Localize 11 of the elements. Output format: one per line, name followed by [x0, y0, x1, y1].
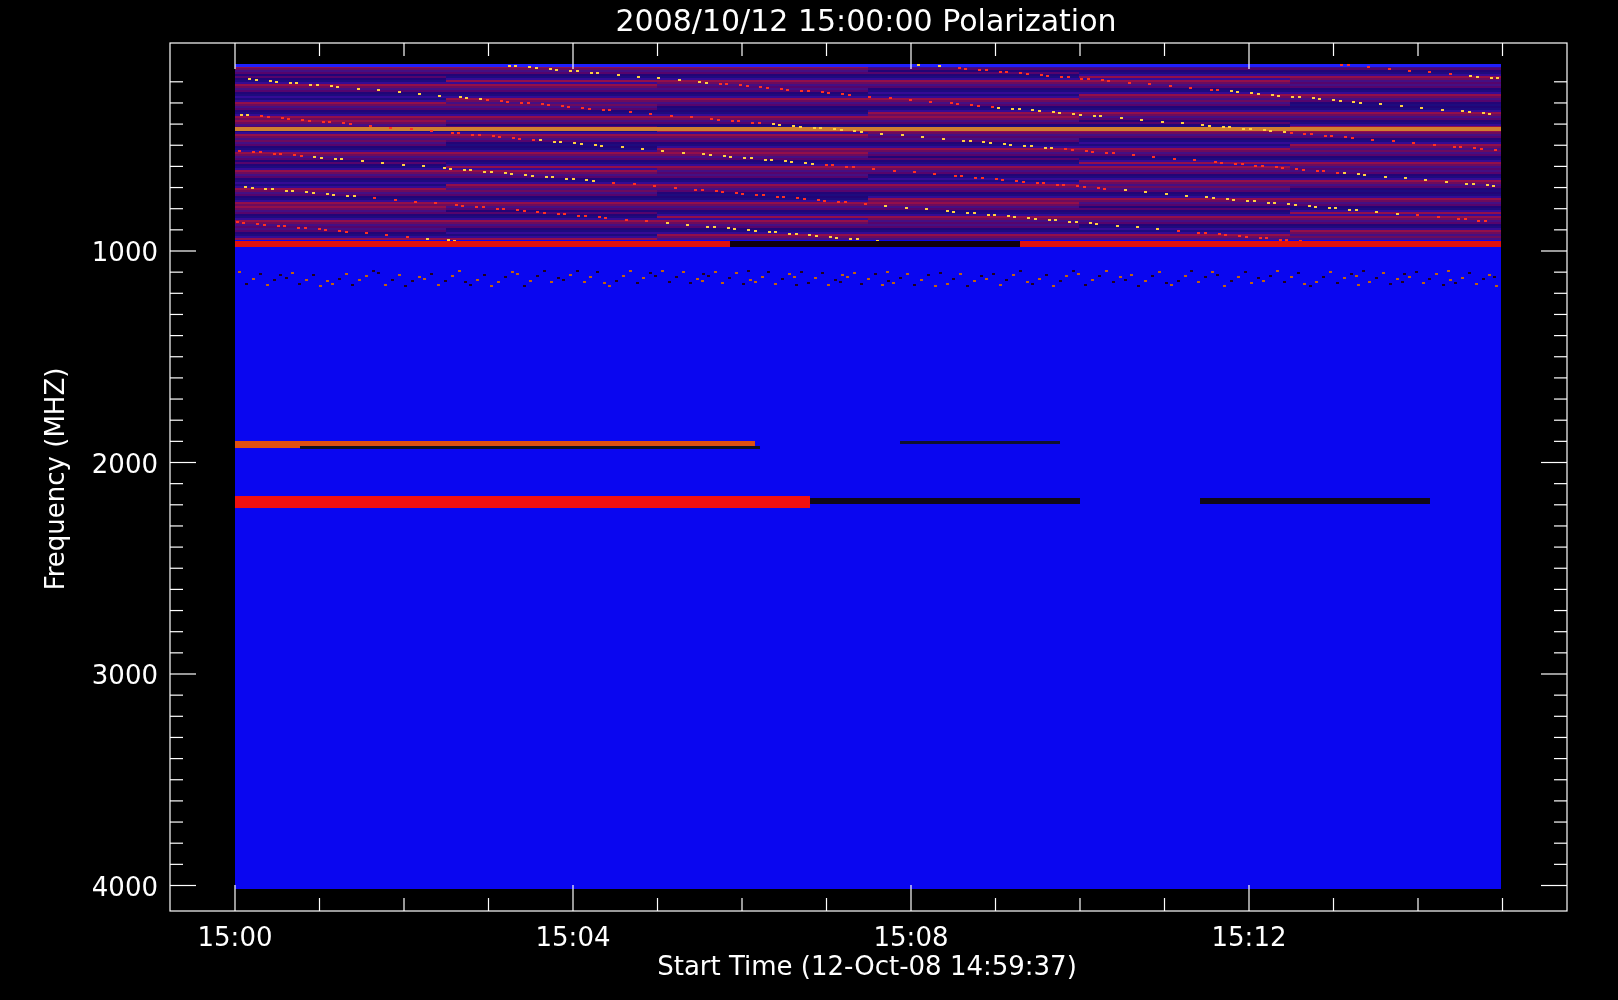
y-tick-label: 1000 [91, 237, 158, 267]
y-tick-label: 3000 [91, 660, 158, 690]
y-tick-label: 4000 [91, 871, 158, 902]
x-tick-label: 15:08 [873, 922, 949, 952]
x-tick-label: 15:04 [535, 922, 611, 952]
x-axis-label: Start Time (12-Oct-08 14:59:37) [657, 951, 1077, 981]
x-tick-label: 15:00 [197, 922, 273, 952]
y-tick-label: 2000 [91, 448, 158, 479]
y-axis-label: Frequency (MHZ) [40, 367, 70, 591]
x-tick-label: 15:12 [1211, 922, 1287, 952]
chart-title: 2008/10/12 15:00:00 Polarization [615, 3, 1117, 38]
